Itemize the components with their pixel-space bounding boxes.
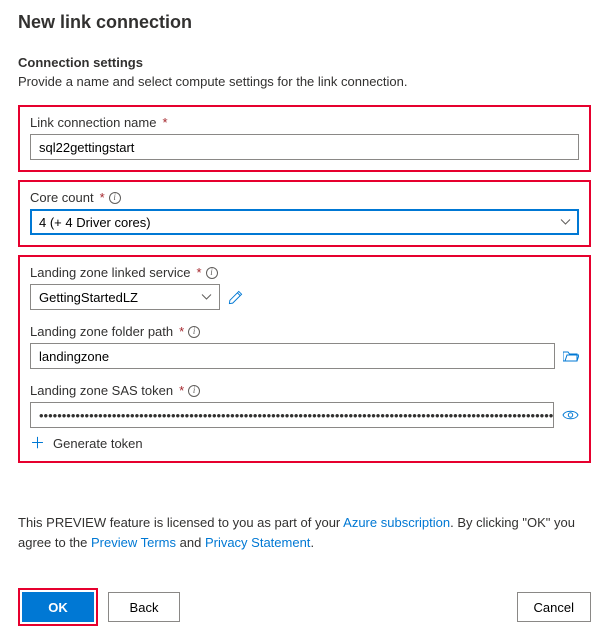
preview-disclaimer: This PREVIEW feature is licensed to you … xyxy=(18,513,591,552)
info-icon[interactable]: i xyxy=(206,267,218,279)
section-title: Connection settings xyxy=(18,55,591,70)
link-name-input[interactable] xyxy=(30,134,579,160)
lz-folder-input[interactable] xyxy=(30,343,555,369)
back-button[interactable]: Back xyxy=(108,592,180,622)
section-subtitle: Provide a name and select compute settin… xyxy=(18,74,591,89)
link-name-group: Link connection name* xyxy=(18,105,591,172)
lz-service-label: Landing zone linked service* i xyxy=(30,265,579,280)
core-count-group: Core count* i 4 (+ 4 Driver cores) xyxy=(18,180,591,247)
eye-icon[interactable] xyxy=(562,409,579,421)
footer-bar: OK Back Cancel xyxy=(18,574,591,626)
core-count-select[interactable]: 4 (+ 4 Driver cores) xyxy=(30,209,579,235)
info-icon[interactable]: i xyxy=(109,192,121,204)
preview-terms-link[interactable]: Preview Terms xyxy=(91,535,176,550)
folder-open-icon[interactable] xyxy=(563,349,579,363)
link-name-label: Link connection name* xyxy=(30,115,579,130)
cancel-button[interactable]: Cancel xyxy=(517,592,591,622)
lz-sas-input[interactable]: ••••••••••••••••••••••••••••••••••••••••… xyxy=(30,402,554,428)
generate-token-button[interactable]: ＋ Generate token xyxy=(30,436,143,451)
azure-subscription-link[interactable]: Azure subscription xyxy=(343,515,450,530)
landing-zone-group: Landing zone linked service* i GettingSt… xyxy=(18,255,591,463)
lz-sas-label: Landing zone SAS token* i xyxy=(30,383,579,398)
ok-button[interactable]: OK xyxy=(22,592,94,622)
lz-folder-label: Landing zone folder path* i xyxy=(30,324,579,339)
core-count-label: Core count* i xyxy=(30,190,579,205)
plus-icon: ＋ xyxy=(30,436,45,451)
info-icon[interactable]: i xyxy=(188,326,200,338)
page-title: New link connection xyxy=(18,12,591,33)
info-icon[interactable]: i xyxy=(188,385,200,397)
edit-icon[interactable] xyxy=(228,290,243,305)
privacy-statement-link[interactable]: Privacy Statement xyxy=(205,535,311,550)
lz-service-select[interactable]: GettingStartedLZ xyxy=(30,284,220,310)
